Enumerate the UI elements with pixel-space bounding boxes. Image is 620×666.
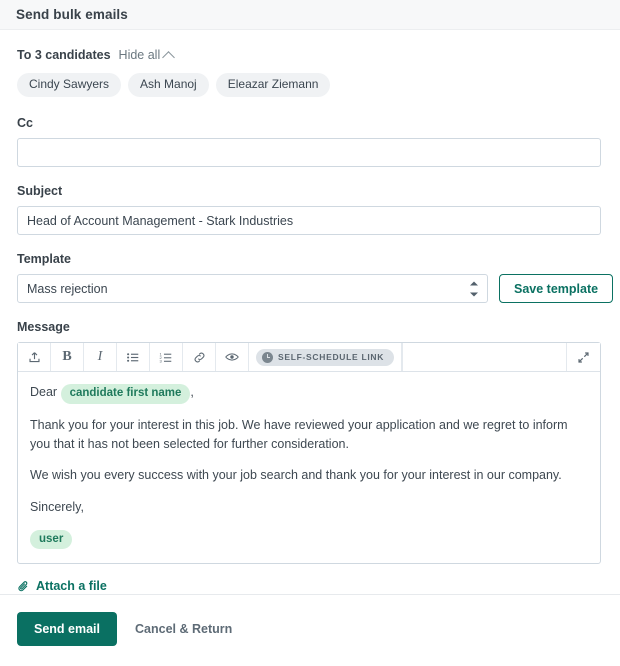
hide-all-toggle[interactable]: Hide all — [118, 48, 176, 64]
subject-input[interactable] — [17, 206, 601, 236]
message-signoff: Sincerely, — [30, 499, 84, 514]
cc-input[interactable] — [17, 138, 601, 168]
modal-body: To 3 candidates Hide all Cindy Sawyers A… — [0, 30, 620, 598]
message-body[interactable]: Dear candidate first name, Thank you for… — [18, 372, 600, 563]
bold-icon[interactable]: B — [51, 343, 84, 372]
recipients-header: To 3 candidates Hide all — [17, 48, 600, 64]
template-select-wrap: Mass rejection — [17, 274, 488, 304]
clock-icon — [262, 351, 273, 363]
upload-icon[interactable] — [18, 343, 51, 372]
editor-toolbar: B I 1 2 3 SELF-SCHEDULE LINK — [18, 343, 600, 373]
bulleted-list-icon[interactable] — [117, 343, 150, 372]
svg-text:3: 3 — [160, 358, 163, 363]
recipient-chip[interactable]: Ash Manoj — [128, 73, 209, 98]
template-row: Mass rejection Save template — [17, 274, 614, 304]
hide-all-label: Hide all — [118, 48, 161, 62]
greeting-prefix: Dear — [30, 385, 58, 400]
expand-icon[interactable] — [566, 343, 600, 372]
greeting-suffix: , — [190, 385, 194, 400]
candidate-first-name-token[interactable]: candidate first name — [60, 384, 191, 404]
cancel-and-return-link[interactable]: Cancel & Return — [135, 622, 232, 636]
italic-icon[interactable]: I — [84, 343, 117, 372]
numbered-list-icon[interactable]: 1 2 3 — [150, 343, 183, 372]
attach-file-button[interactable]: Attach a file — [17, 579, 107, 593]
chevron-up-icon — [162, 50, 176, 64]
preview-eye-icon[interactable] — [216, 343, 249, 372]
user-token[interactable]: user — [30, 530, 73, 550]
modal-footer: Send email Cancel & Return — [17, 612, 232, 646]
message-editor: B I 1 2 3 SELF-SCHEDULE LINK Dear candid… — [17, 342, 601, 565]
recipient-chip[interactable]: Eleazar Ziemann — [215, 73, 331, 98]
message-paragraph-2: We wish you every success with your job … — [30, 468, 562, 483]
template-select[interactable]: Mass rejection — [17, 274, 488, 304]
subject-label: Subject — [17, 184, 63, 199]
send-email-button[interactable]: Send email — [17, 612, 117, 646]
attach-file-label: Attach a file — [36, 579, 107, 594]
save-template-button[interactable]: Save template — [499, 274, 614, 304]
self-schedule-link-cell: SELF-SCHEDULE LINK — [249, 343, 403, 372]
cc-field-group: Cc — [17, 116, 601, 168]
template-label: Template — [17, 252, 71, 267]
message-field-group: Message B I 1 2 3 SELF-SCHEDULE LINK Dea… — [17, 320, 601, 598]
message-paragraph-1: Thank you for your interest in this job.… — [30, 417, 568, 451]
self-schedule-link-button[interactable]: SELF-SCHEDULE LINK — [256, 348, 395, 366]
subject-field-group: Subject — [17, 184, 601, 236]
send-bulk-emails-modal: Send bulk emails To 3 candidates Hide al… — [0, 0, 620, 666]
message-greeting: Dear candidate first name, — [30, 383, 588, 404]
message-label: Message — [17, 320, 70, 335]
self-schedule-link-label: SELF-SCHEDULE LINK — [278, 352, 385, 363]
recipients-count-label: To 3 candidates — [17, 48, 111, 62]
toolbar-spacer — [402, 343, 566, 372]
message-signature: user — [30, 529, 588, 550]
paperclip-icon — [18, 581, 28, 592]
recipient-chip[interactable]: Cindy Sawyers — [17, 73, 122, 98]
link-icon[interactable] — [183, 343, 216, 372]
footer-divider — [0, 594, 620, 595]
template-field-group: Template Mass rejection Save template — [17, 252, 614, 304]
page-title: Send bulk emails — [16, 7, 128, 22]
recipient-chip-list: Cindy Sawyers Ash Manoj Eleazar Ziemann — [17, 73, 600, 98]
modal-header: Send bulk emails — [0, 0, 620, 30]
cc-label: Cc — [17, 116, 33, 131]
